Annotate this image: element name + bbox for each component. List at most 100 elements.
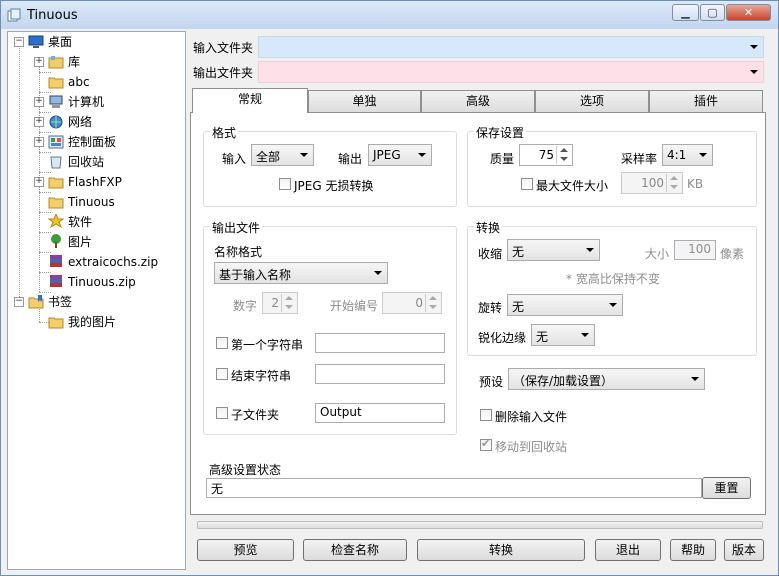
expand-icon[interactable]: + [34, 177, 44, 187]
tree-item-control-panel[interactable]: + 控制面板 [8, 132, 185, 152]
rotate-select[interactable]: 无 [507, 294, 623, 316]
expand-icon[interactable]: + [34, 137, 44, 147]
name-format-select[interactable]: 基于输入名称 [214, 262, 388, 284]
tree-item-label: FlashFXP [68, 175, 122, 189]
first-string-checkbox[interactable] [216, 337, 228, 349]
save-settings-group: 保存设置 质量 75 采样率 4:1 最大文件大小 100 KB [467, 124, 757, 207]
maximize-button[interactable]: ▢ [700, 4, 725, 21]
preset-select[interactable]: （保存/加载设置） [508, 368, 705, 390]
digits-label: 数字 [233, 299, 258, 313]
tree-item-computer[interactable]: + 计算机 [8, 92, 185, 112]
tab-advanced[interactable]: 高级 [421, 90, 535, 112]
tree-item-my-pictures[interactable]: 我的图片 [8, 312, 185, 332]
tree-item-recycle-bin[interactable]: 回收站 [8, 152, 185, 172]
tree-item-label: Tinuous [68, 195, 115, 209]
tree-item-tinuous-zip[interactable]: Tinuous.zip [8, 272, 185, 292]
jpeg-lossless-label: JPEG 无损转换 [294, 179, 374, 193]
close-button[interactable]: ✕ [726, 4, 771, 21]
expand-icon[interactable]: + [34, 57, 44, 67]
format-group: 格式 输入 全部 输出 JPEG JPEG 无损转换 [203, 124, 457, 207]
size-label: 大小 [645, 247, 670, 261]
format-input-label: 输入 [222, 152, 247, 166]
tree-item-library[interactable]: + 库 [8, 52, 185, 72]
move-recycle-checkbox[interactable] [480, 437, 492, 451]
start-number-spinner[interactable]: 0 [382, 292, 442, 314]
tab-plugins[interactable]: 插件 [649, 90, 763, 112]
subfolder-checkbox[interactable] [216, 407, 228, 419]
dropdown-arrow-icon [750, 70, 758, 74]
preview-button[interactable]: 预览 [197, 539, 294, 561]
first-string-input[interactable] [315, 333, 445, 353]
digits-spinner[interactable]: 2 [262, 292, 298, 314]
tree-item-extraicochs-zip[interactable]: extraicochs.zip [8, 252, 185, 272]
max-file-size-checkbox[interactable] [521, 178, 533, 190]
expand-icon[interactable]: + [34, 97, 44, 107]
check-name-button[interactable]: 检查名称 [303, 539, 407, 561]
end-string-checkbox[interactable] [216, 368, 228, 380]
subfolder-label: 子文件夹 [231, 408, 280, 422]
max-file-size-unit: KB [687, 177, 704, 191]
archive-icon [50, 275, 62, 287]
tree-item-network[interactable]: + 网络 [8, 112, 185, 132]
move-recycle-label: 移动到回收站 [495, 440, 568, 454]
tree-item-pictures[interactable]: 图片 [8, 232, 185, 252]
exit-button[interactable]: 退出 [595, 539, 661, 561]
tree-item-label: abc [68, 75, 90, 89]
desktop-icon [28, 35, 44, 48]
tree-item-bookmarks[interactable]: − 书签 [8, 292, 185, 312]
collapse-icon[interactable]: − [14, 37, 24, 47]
size-input[interactable]: 100 [674, 240, 716, 260]
jpeg-lossless-checkbox[interactable] [279, 178, 291, 190]
spinner-arrows-icon[interactable] [425, 294, 440, 312]
reset-button[interactable]: 重置 [702, 477, 751, 499]
first-string-label: 第一个字符串 [231, 338, 304, 352]
input-folder-combo[interactable] [258, 36, 764, 58]
tree-item-label: 回收站 [68, 155, 105, 169]
tree-item-abc[interactable]: abc [8, 72, 185, 92]
quality-spinner[interactable]: 75 [519, 144, 573, 166]
dropdown-arrow-icon [586, 248, 594, 252]
tree-item-desktop[interactable]: − 桌面 [8, 32, 185, 52]
minimize-button[interactable]: ▁ [672, 4, 699, 21]
expand-icon[interactable]: + [34, 117, 44, 127]
version-button[interactable]: 版本 [724, 539, 764, 561]
resize-label: 收缩 [478, 247, 503, 261]
tree-icon [51, 234, 61, 248]
dropdown-arrow-icon [300, 153, 308, 157]
app-icon [7, 8, 21, 22]
tab-options[interactable]: 选项 [535, 90, 649, 112]
tree-item-label: 控制面板 [68, 135, 117, 149]
output-folder-combo[interactable] [258, 61, 764, 83]
group-title: 转换 [474, 219, 503, 236]
advanced-status-label: 高级设置状态 [209, 463, 282, 477]
tree-item-label: 图片 [68, 235, 93, 249]
general-tab-panel: 格式 输入 全部 输出 JPEG JPEG 无损转换 保存设置 质量 75 采样… [190, 112, 766, 515]
help-button[interactable]: 帮助 [670, 539, 716, 561]
spinner-arrows-icon[interactable] [666, 174, 681, 192]
aspect-ratio-note: * 宽高比保持不变 [566, 272, 660, 286]
subfolder-input[interactable]: Output [315, 403, 445, 423]
tree-item-flashfxp[interactable]: + FlashFXP [8, 172, 185, 192]
folder-icon [48, 317, 64, 329]
spinner-arrows-icon[interactable] [281, 294, 296, 312]
convert-button[interactable]: 转换 [417, 539, 585, 561]
tree-item-tinuous[interactable]: Tinuous [8, 192, 185, 212]
sampling-select[interactable]: 4:1 [662, 144, 713, 166]
folder-tree[interactable]: − 桌面 + 库 abc + 计算机 + 网络 + 控制面板 回收站 + Fla… [7, 31, 186, 570]
end-string-input[interactable] [315, 364, 445, 384]
dropdown-arrow-icon [374, 271, 382, 275]
tab-individual[interactable]: 单独 [308, 90, 421, 112]
format-input-select[interactable]: 全部 [251, 144, 314, 166]
delete-input-checkbox[interactable] [480, 409, 492, 421]
resize-select[interactable]: 无 [507, 239, 600, 261]
tree-item-label: 桌面 [48, 35, 73, 49]
format-output-select[interactable]: JPEG [368, 144, 432, 166]
max-file-size-spinner[interactable]: 100 [621, 172, 683, 194]
library-icon [48, 56, 64, 69]
sharpen-select[interactable]: 无 [531, 324, 595, 346]
spinner-arrows-icon[interactable] [556, 146, 571, 164]
collapse-icon[interactable]: − [14, 297, 24, 307]
tab-general[interactable]: 常规 [192, 88, 308, 113]
dropdown-arrow-icon [609, 303, 617, 307]
tree-item-software[interactable]: 软件 [8, 212, 185, 232]
